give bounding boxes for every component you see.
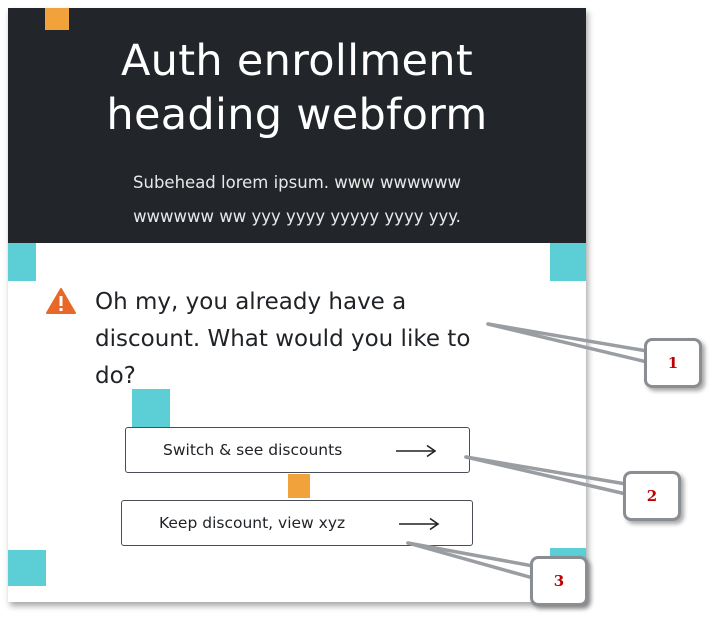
callout-leaders [406,322,649,580]
callout-marker-1: 1 [644,338,702,388]
callout-marker-2: 2 [623,471,681,521]
callout-marker-3: 3 [530,556,588,606]
